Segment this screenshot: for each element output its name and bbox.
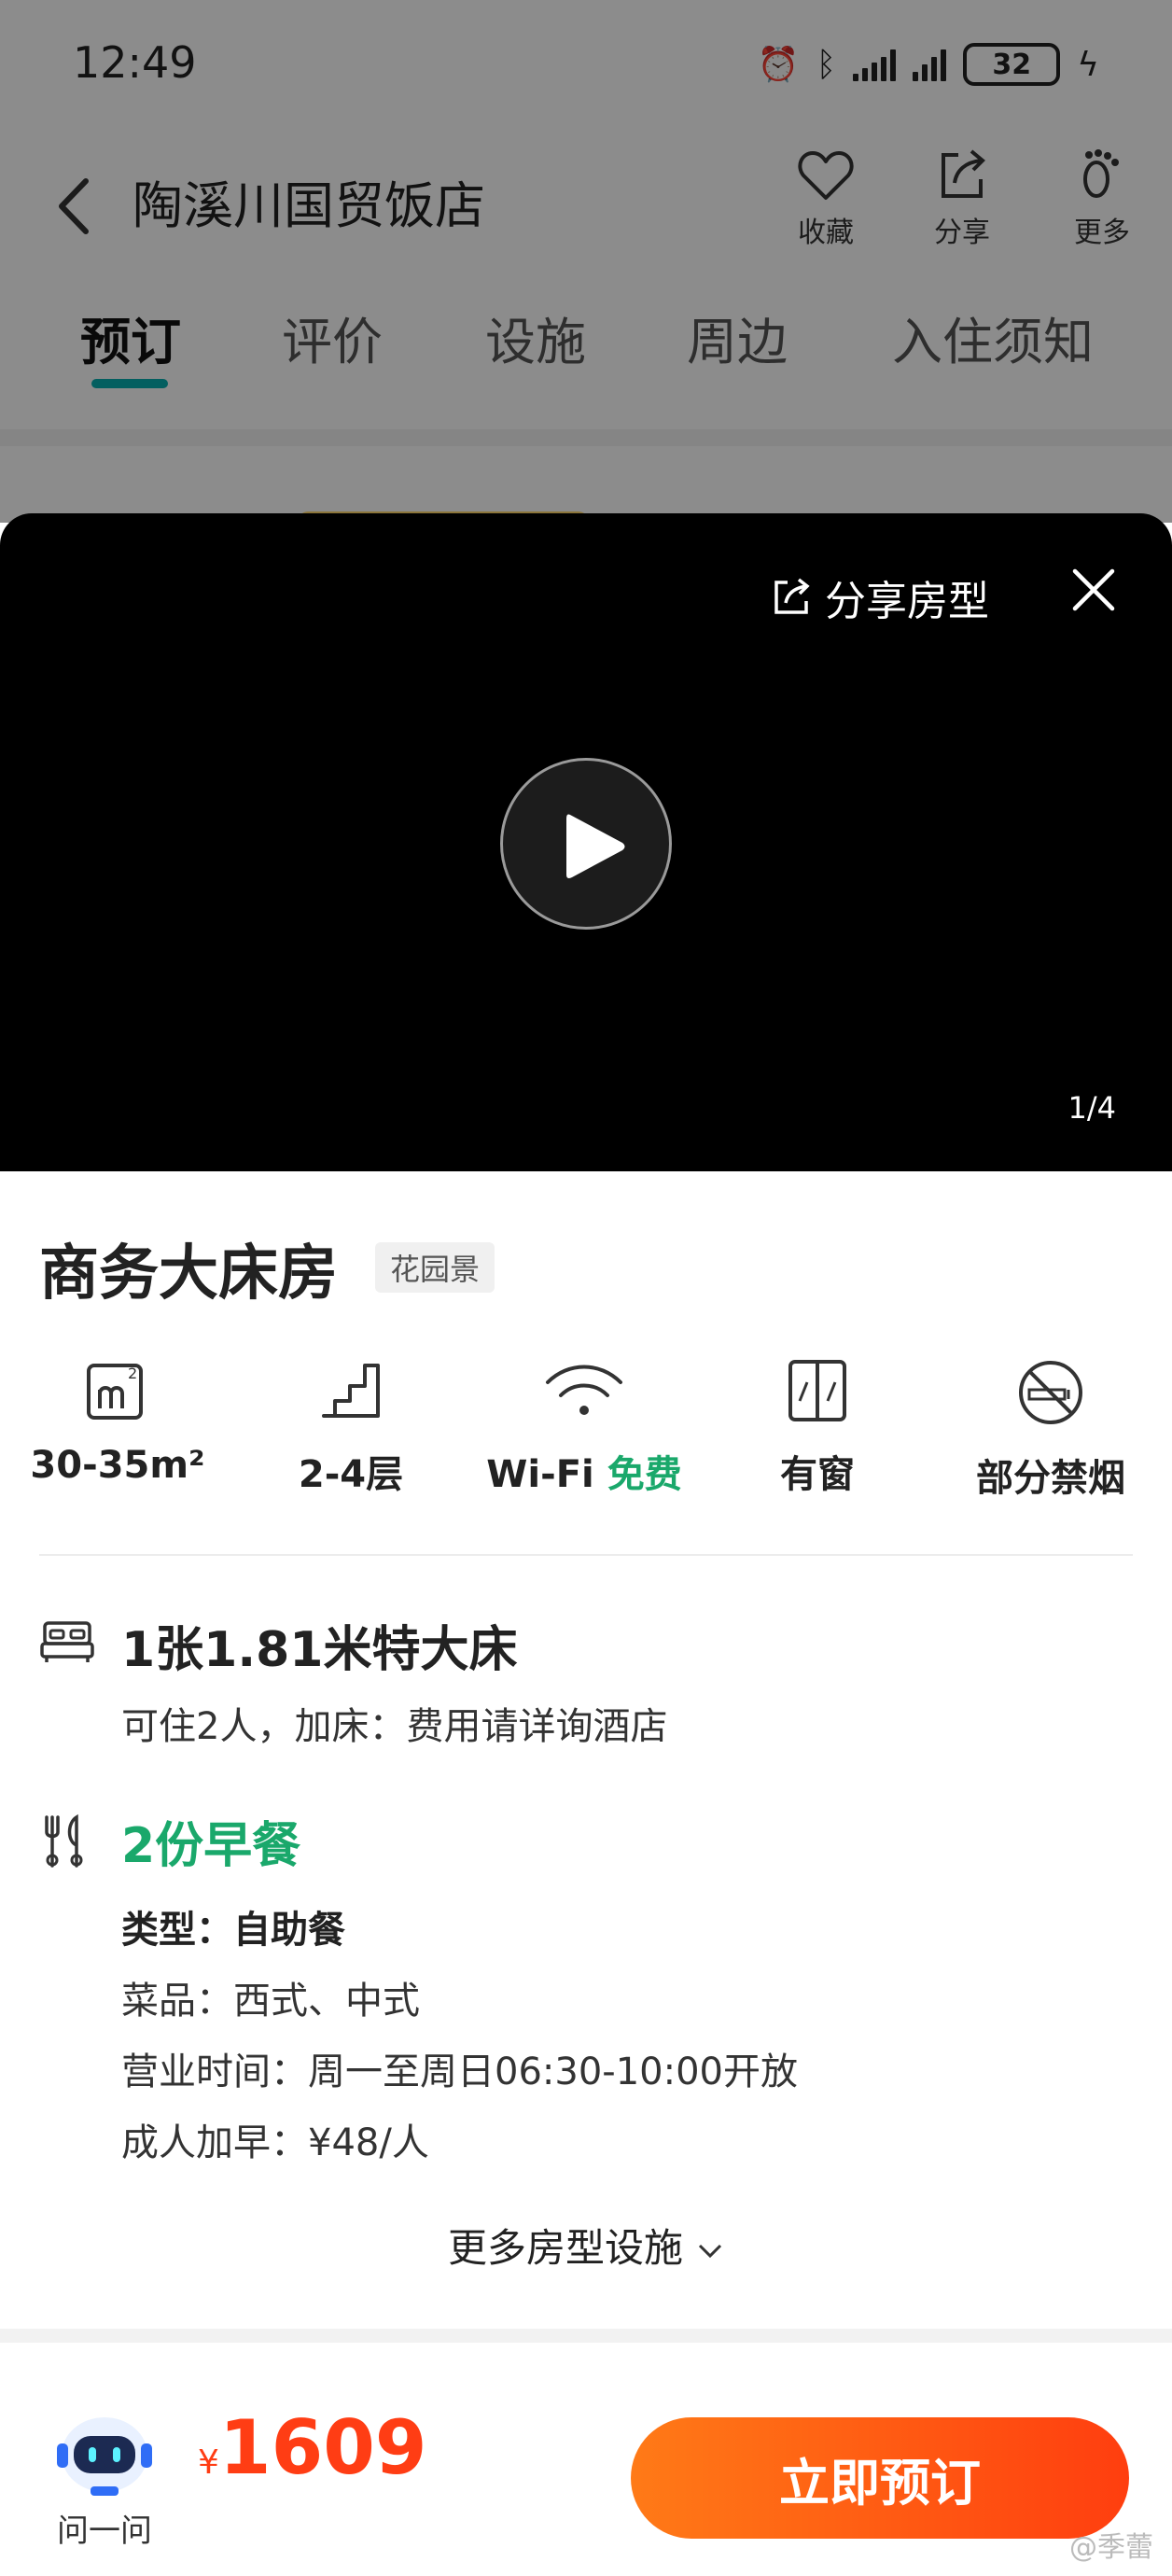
feature-no-smoking: 部分禁烟 <box>939 1358 1163 1502</box>
bottom-bar: 问一问 ¥1609 立即预订 @季蕾 <box>0 2343 1172 2576</box>
breakfast-type-label: 类型： <box>121 1909 233 1952</box>
breakfast-extra: 成人加早：¥48/人 <box>121 2121 429 2164</box>
close-icon[interactable] <box>1069 566 1118 614</box>
more-facilities-label: 更多房型设施 <box>447 2225 683 2271</box>
breakfast-cuisine: 菜品：西式、中式 <box>121 1980 420 2023</box>
view-tag: 花园景 <box>375 1242 495 1293</box>
room-detail-panel: 商务大床房 花园景 2 30-35m² 2-4层 Wi-Fi 免费 有窗 部分禁… <box>0 1171 1172 2329</box>
wifi-free-text: 免费 <box>607 1453 682 1496</box>
feature-window: 有窗 <box>705 1358 929 1498</box>
breakfast-type: 类型：自助餐 <box>121 1899 345 1953</box>
assistant-label: 问一问 <box>57 2513 152 2550</box>
media-page-indicator: 1/4 <box>1067 1090 1117 1126</box>
price-currency: ¥ <box>198 2443 219 2482</box>
price-amount: 1609 <box>218 2404 427 2491</box>
cutlery-icon <box>45 1813 83 1868</box>
room-media-viewer: 分享房型 1/4 <box>0 513 1172 1171</box>
share-icon <box>774 578 810 614</box>
book-now-button[interactable]: 立即预订 <box>631 2417 1129 2539</box>
wifi-icon <box>546 1365 622 1415</box>
share-room-label: 分享房型 <box>825 578 989 625</box>
floor-stairs-icon <box>322 1364 380 1418</box>
feature-wifi: Wi-Fi 免费 <box>472 1358 696 1498</box>
svg-text:2: 2 <box>128 1365 137 1382</box>
dim-overlay[interactable] <box>0 0 1172 523</box>
feature-wifi-label: Wi-Fi 免费 <box>472 1444 696 1498</box>
bed-occupancy: 可住2人，加床：费用请详询酒店 <box>121 1705 668 1748</box>
bed-icon <box>40 1621 94 1662</box>
robot-assistant-icon <box>57 2417 152 2496</box>
bed-title: 1张1.81米特大床 <box>121 1622 518 1678</box>
feature-floor-label: 2-4层 <box>298 1453 404 1496</box>
feature-area-label: 30-35m² <box>30 1444 205 1487</box>
breakfast-type-value: 自助餐 <box>233 1909 345 1952</box>
breakfast-title: 2份早餐 <box>121 1818 301 1874</box>
room-features: 2 30-35m² 2-4层 Wi-Fi 免费 有窗 部分禁烟 <box>0 1358 1172 1507</box>
wifi-text: Wi-Fi <box>486 1453 594 1496</box>
room-name: 商务大床房 <box>39 1239 338 1309</box>
feature-area: 2 30-35m² <box>6 1358 230 1487</box>
breakfast-hours: 营业时间：周一至周日06:30-10:00开放 <box>121 2051 798 2093</box>
feature-floor: 2-4层 <box>239 1358 463 1498</box>
area-icon: 2 <box>87 1364 143 1420</box>
feature-window-label: 有窗 <box>780 1453 855 1496</box>
divider <box>39 1554 1133 1556</box>
feature-no-smoking-label: 部分禁烟 <box>976 1457 1125 1500</box>
no-smoking-icon <box>1019 1361 1082 1424</box>
play-video-button[interactable] <box>500 758 672 930</box>
assistant-button[interactable]: 问一问 <box>49 2408 160 2551</box>
chevron-down-icon <box>698 2244 722 2258</box>
background-page: 12:49 ⏰ ᛒ 32 ϟ 陶溪川国贸饭店 收藏 分享 更多 预订 评价 设施… <box>0 0 1172 567</box>
window-icon <box>788 1360 846 1421</box>
play-icon <box>566 814 625 878</box>
price: ¥1609 <box>198 2404 427 2491</box>
share-room-button[interactable]: 分享房型 <box>771 567 989 627</box>
watermark: @季蕾 <box>1069 2531 1153 2564</box>
more-facilities-button[interactable]: 更多房型设施 <box>0 2217 1172 2274</box>
